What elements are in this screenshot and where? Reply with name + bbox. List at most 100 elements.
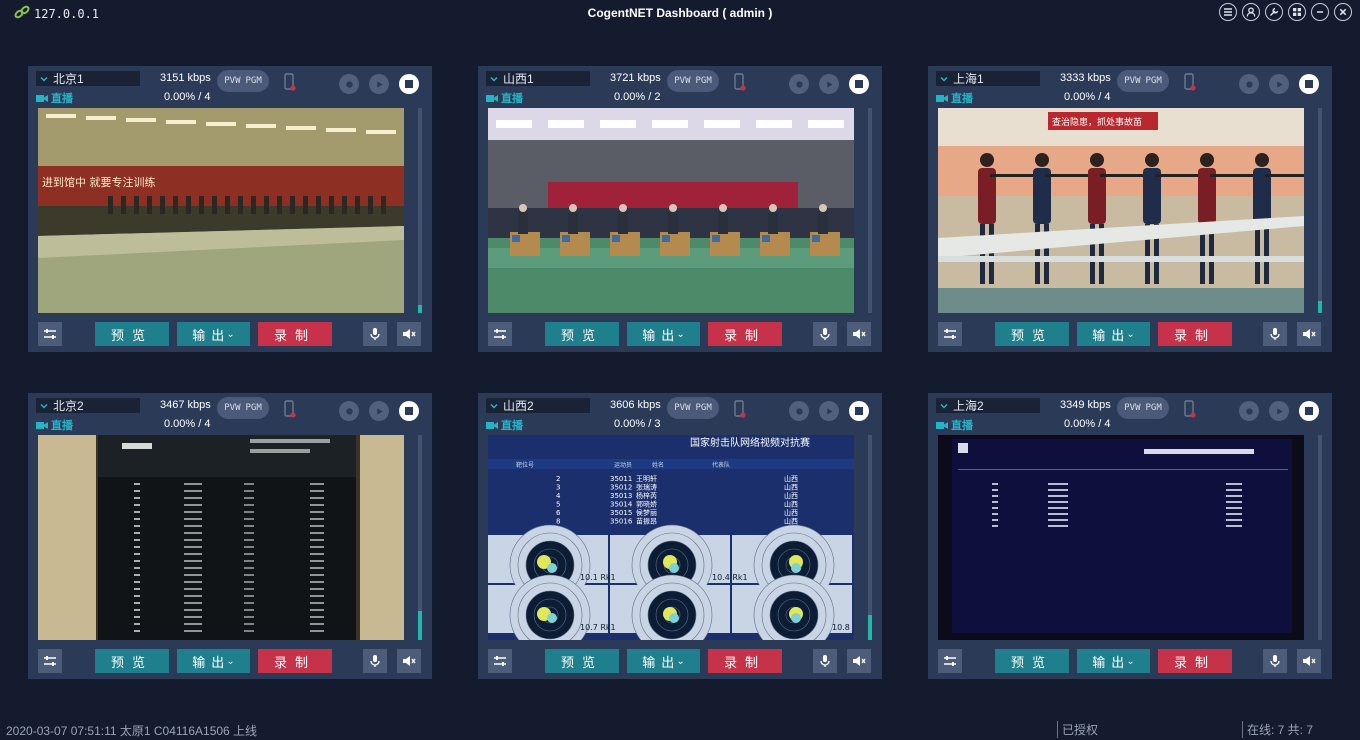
record-button[interactable]: 录制 (1158, 322, 1232, 346)
record-button[interactable]: 录制 (1158, 649, 1232, 673)
video-preview[interactable]: 查治隐患，抓处事故苗 (938, 108, 1304, 313)
record-progress: 0.00% / 3 (614, 418, 661, 430)
svg-text:山西: 山西 (784, 474, 798, 483)
menu-icon[interactable] (1219, 3, 1237, 21)
settings-button[interactable] (488, 649, 512, 673)
pvw-pgm-toggle[interactable]: PVW PGM (667, 70, 719, 92)
svg-text:苗振昂: 苗振昂 (636, 517, 657, 526)
recorder-device-icon (734, 73, 746, 91)
microphone-button[interactable] (363, 322, 387, 346)
output-dropdown[interactable]: 输出 ⌄ (1077, 649, 1150, 673)
minimize-icon[interactable] (1311, 3, 1329, 21)
mute-button[interactable] (847, 649, 871, 673)
preview-button[interactable]: 预览 (545, 649, 619, 673)
recorder-device-icon (1184, 400, 1196, 418)
mute-button[interactable] (847, 322, 871, 346)
bitrate: 3721 kbps (610, 72, 661, 84)
bitrate: 3349 kbps (1060, 399, 1111, 411)
preview-button[interactable]: 预览 (995, 649, 1069, 673)
output-dropdown[interactable]: 输出 ⌄ (177, 649, 250, 673)
preview-label: 预览 (560, 654, 603, 670)
camera-icon (486, 94, 498, 102)
settings-button[interactable] (938, 649, 962, 673)
mute-button[interactable] (1297, 322, 1321, 346)
svg-text:侯梦丽: 侯梦丽 (636, 508, 657, 517)
record-button[interactable]: 录制 (708, 649, 782, 673)
svg-text:35011: 35011 (610, 475, 632, 483)
video-preview[interactable]: 国家射击队网络视频对抗赛 靶位号 运动员 姓名 代表队 2 35011 王明轩 山西 3 35012… (488, 435, 854, 640)
mute-button[interactable] (397, 322, 421, 346)
video-preview[interactable] (38, 435, 404, 640)
recorder-device-icon (284, 73, 296, 91)
live-indicator: 直播 (36, 417, 73, 433)
output-dropdown[interactable]: 输出 ⌄ (627, 649, 700, 673)
preview-button[interactable]: 预览 (95, 322, 169, 346)
stream-name-select[interactable]: 北京2 (36, 398, 140, 413)
output-dropdown[interactable]: 输出 ⌄ (627, 322, 700, 346)
play-icon (1276, 80, 1283, 88)
microphone-button[interactable] (813, 322, 837, 346)
play-icon (826, 407, 833, 415)
video-preview[interactable]: 进到馆中 就要专注训练 (38, 108, 404, 313)
microphone-icon (820, 328, 830, 340)
preview-button[interactable]: 预览 (545, 322, 619, 346)
live-indicator: 直播 (936, 417, 973, 433)
pgm-label: PGM (245, 403, 262, 413)
record-button[interactable]: 录制 (258, 322, 332, 346)
microphone-button[interactable] (813, 649, 837, 673)
output-label: 输出 (192, 327, 231, 343)
preview-button[interactable]: 预览 (95, 649, 169, 673)
svg-text:运动员: 运动员 (614, 461, 632, 469)
pvw-pgm-toggle[interactable]: PVW PGM (1117, 70, 1169, 92)
user-icon[interactable] (1242, 3, 1260, 21)
audio-level-meter (868, 108, 872, 313)
pvw-pgm-toggle[interactable]: PVW PGM (217, 70, 269, 92)
stream-name-select[interactable]: 山西1 (486, 71, 590, 86)
preview-label: 预览 (1010, 654, 1053, 670)
svg-text:4: 4 (556, 492, 561, 500)
speaker-mute-icon (853, 656, 866, 666)
svg-text:代表队: 代表队 (712, 461, 730, 469)
output-dropdown[interactable]: 输出 ⌄ (1077, 322, 1150, 346)
preview-button[interactable]: 预览 (995, 322, 1069, 346)
pvw-pgm-toggle[interactable]: PVW PGM (667, 397, 719, 419)
chevron-down-icon (490, 76, 498, 82)
stream-name-select[interactable]: 上海2 (936, 398, 1040, 413)
video-preview[interactable] (488, 108, 854, 313)
output-dropdown[interactable]: 输出 ⌄ (177, 322, 250, 346)
record-dot-icon (1245, 407, 1253, 415)
chevron-down-icon (40, 403, 48, 409)
record-button[interactable]: 录制 (708, 322, 782, 346)
mute-button[interactable] (397, 649, 421, 673)
settings-button[interactable] (38, 322, 62, 346)
mute-button[interactable] (1297, 649, 1321, 673)
grid-icon[interactable] (1288, 3, 1306, 21)
video-frame (488, 108, 854, 313)
output-label: 输出 (192, 654, 231, 670)
svg-text:35012: 35012 (610, 484, 632, 492)
svg-text:姓名: 姓名 (652, 461, 664, 469)
audio-level-meter (868, 435, 872, 640)
svg-text:山西: 山西 (784, 491, 798, 500)
microphone-button[interactable] (363, 649, 387, 673)
microphone-button[interactable] (1263, 649, 1287, 673)
pgm-label: PGM (695, 403, 712, 413)
stream-name-select[interactable]: 上海1 (936, 71, 1040, 86)
microphone-button[interactable] (1263, 322, 1287, 346)
settings-button[interactable] (488, 322, 512, 346)
video-preview[interactable] (938, 435, 1304, 640)
record-button[interactable]: 录制 (258, 649, 332, 673)
audio-level-meter (418, 108, 422, 313)
settings-button[interactable] (938, 322, 962, 346)
online-count: 在线: 7 共: 7 (1242, 721, 1313, 738)
pvw-pgm-toggle[interactable]: PVW PGM (1117, 397, 1169, 419)
play-icon (376, 407, 383, 415)
stream-name-select[interactable]: 山西2 (486, 398, 590, 413)
wrench-icon[interactable] (1265, 3, 1283, 21)
stream-name-select[interactable]: 北京1 (36, 71, 140, 86)
svg-text:查治隐患，抓处事故苗: 查治隐患，抓处事故苗 (1052, 116, 1142, 128)
video-frame: 国家射击队网络视频对抗赛靶位号 运动员 姓名 代表队2 35011 王明轩 山西3 35012… (488, 435, 854, 640)
close-icon[interactable] (1334, 3, 1352, 21)
settings-button[interactable] (38, 649, 62, 673)
pvw-pgm-toggle[interactable]: PVW PGM (217, 397, 269, 419)
